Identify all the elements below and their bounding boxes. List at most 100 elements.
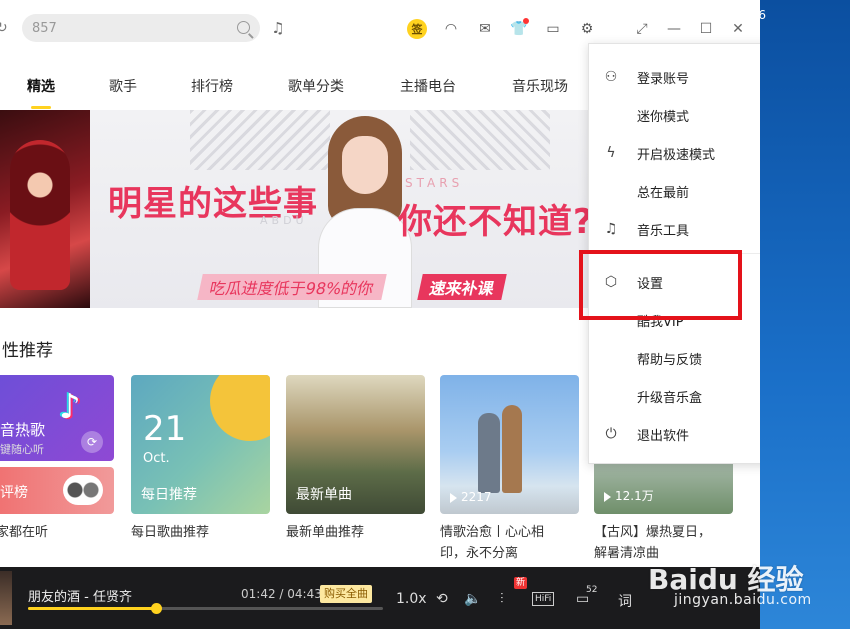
power-icon: ⏻ xyxy=(605,426,617,442)
tab-singers[interactable]: 歌手 xyxy=(109,76,137,96)
menu-item-help[interactable]: 帮助与反馈 xyxy=(589,339,760,377)
maximize-icon[interactable]: ☐ xyxy=(690,18,722,40)
settings-gear-icon[interactable]: ⚙ xyxy=(574,17,600,41)
tab-radio[interactable]: 主播电台 xyxy=(400,76,456,96)
banner-subtitle: 吃瓜进度低于98%的你 xyxy=(197,274,387,300)
play-count: 2217 xyxy=(450,490,492,504)
card-caption[interactable]: 情歌治愈丨心心相印，永不分离 xyxy=(440,522,564,564)
banner-decoration xyxy=(410,110,550,170)
menu-item-label: 升级音乐盒 xyxy=(637,390,703,406)
menu-item-upgrade[interactable]: 升级音乐盒 xyxy=(589,377,760,415)
card-title: 评榜 xyxy=(0,485,28,501)
speed-button[interactable]: 1.0x xyxy=(396,591,427,607)
refresh-icon[interactable]: ↻ xyxy=(0,20,12,36)
avatar-group xyxy=(63,475,103,505)
headphones-icon[interactable]: ◠ xyxy=(438,17,464,41)
notification-dot xyxy=(523,18,529,24)
highlight-box xyxy=(579,250,742,320)
couple-figure xyxy=(502,405,522,493)
close-icon[interactable]: ✕ xyxy=(722,18,754,40)
card-caption[interactable]: 家都在听 xyxy=(0,522,146,543)
banner-abdu-text: ABDU xyxy=(260,214,308,227)
progress-knob[interactable] xyxy=(150,603,162,614)
menu-item-label: 音乐工具 xyxy=(637,223,690,239)
menu-item-label: 帮助与反馈 xyxy=(637,352,703,368)
section-title: 性推荐 xyxy=(2,341,53,361)
volume-icon[interactable]: 🔈 xyxy=(464,591,481,607)
love-songs-card[interactable]: 2217 xyxy=(440,375,579,514)
card-caption[interactable]: 每日歌曲推荐 xyxy=(131,522,281,543)
menu-item-login[interactable]: ⚇ 登录账号 xyxy=(589,58,760,96)
promo-banner[interactable]: 明星的这些事 STARS ABDU 你还不知道? 吃瓜进度低于98%的你 速来补… xyxy=(90,110,605,308)
new-badge: 新 xyxy=(514,577,528,589)
search-input[interactable]: 857 xyxy=(32,21,57,36)
mail-icon[interactable]: ✉ xyxy=(472,17,498,41)
loop-mode-icon[interactable]: ⟲ xyxy=(436,591,448,607)
card-overlay-title: 每日推荐 xyxy=(141,487,197,503)
menu-item-label: 开启极速模式 xyxy=(637,147,716,163)
daily-recommend-card[interactable]: 21 Oct. 每日推荐 xyxy=(131,375,270,514)
now-playing-title[interactable]: 朋友的酒 - 任贤齐 xyxy=(28,586,132,605)
hot-songs-card[interactable]: ♪ 音热歌 键随心听 ⟳ xyxy=(0,375,114,461)
play-icon xyxy=(604,491,611,502)
banner-cta: 速来补课 xyxy=(417,274,507,300)
couple-figure xyxy=(478,413,500,493)
date-month: Oct. xyxy=(143,451,170,466)
menu-item-exit[interactable]: ⏻ 退出软件 xyxy=(589,415,760,453)
search-icon[interactable] xyxy=(237,21,250,34)
watermark: Baidu 经验 jingyan.baidu.com xyxy=(640,552,850,629)
banner-stars-text: STARS xyxy=(405,176,464,190)
card-subtitle: 键随心听 xyxy=(0,443,44,456)
music-recognition-icon[interactable]: ♫ xyxy=(268,19,288,39)
window-controls: ⤢ — ☐ ✕ xyxy=(626,18,754,40)
progress-bar[interactable] xyxy=(28,603,383,614)
tab-featured[interactable]: 精选 xyxy=(27,76,55,96)
comments-count: 52 xyxy=(586,585,598,595)
radio-fm-icon[interactable]: ▭ xyxy=(540,17,566,41)
banner-headline-right: 你还不知道? xyxy=(398,202,594,242)
banner-prev-slide[interactable] xyxy=(0,110,90,308)
music-tools-icon: ♫ xyxy=(604,221,618,237)
music-app-window: ↻ 857 ♫ 签 ◠ ✉ 👕 ▭ ⚙ ⤢ — ☐ ✕ 精选 歌手 排行榜 歌单… xyxy=(0,0,760,629)
progress-fill xyxy=(28,607,156,610)
signin-button[interactable]: 签 xyxy=(404,17,430,41)
menu-item-label: 迷你模式 xyxy=(637,109,690,125)
tiktok-logo-icon: ♪ xyxy=(59,387,81,427)
skin-shirt-icon[interactable]: 👕 xyxy=(506,17,532,41)
search-box[interactable]: 857 xyxy=(22,14,260,42)
tab-charts[interactable]: 排行榜 xyxy=(191,76,233,96)
equalizer-icon[interactable]: ⫶ xyxy=(500,591,504,607)
banner-person-face xyxy=(342,136,388,194)
card-title: 音热歌 xyxy=(0,421,46,439)
tab-live[interactable]: 音乐现场 xyxy=(512,76,568,96)
banner-decoration xyxy=(190,110,330,170)
menu-item-speed-mode[interactable]: ϟ 开启极速模式 xyxy=(589,134,760,172)
buy-song-button[interactable]: 购买全曲 xyxy=(320,585,372,603)
minimize-icon[interactable]: — xyxy=(658,18,690,40)
play-count-value: 2217 xyxy=(461,490,492,504)
lyrics-icon[interactable]: 词 xyxy=(618,591,632,611)
menu-item-label: 登录账号 xyxy=(637,71,690,87)
sun-decoration xyxy=(210,375,270,441)
signin-icon: 签 xyxy=(407,19,427,39)
menu-item-mini-mode[interactable]: 迷你模式 xyxy=(589,96,760,134)
new-singles-card[interactable]: 最新单曲 xyxy=(286,375,425,514)
play-count-value: 12.1万 xyxy=(615,489,654,503)
watermark-url: jingyan.baidu.com xyxy=(674,592,812,608)
desktop-background: 6 xyxy=(758,0,850,629)
play-icon xyxy=(450,492,457,503)
mini-mode-icon[interactable]: ⤢ xyxy=(626,18,658,40)
tab-playlist-categories[interactable]: 歌单分类 xyxy=(288,76,344,96)
lightning-icon: ϟ xyxy=(606,145,616,161)
refresh-icon[interactable]: ⟳ xyxy=(81,431,103,453)
banner-prev-figure xyxy=(10,140,70,290)
hifi-button[interactable]: HiFi xyxy=(532,592,555,606)
playback-time: 01:42 / 04:43 xyxy=(241,587,322,601)
album-art[interactable] xyxy=(0,571,12,625)
menu-item-always-on-top[interactable]: 总在最前 xyxy=(589,172,760,210)
card-caption[interactable]: 最新单曲推荐 xyxy=(286,522,436,543)
menu-item-music-tools[interactable]: ♫ 音乐工具 xyxy=(589,210,760,248)
review-chart-card[interactable]: 评榜 xyxy=(0,467,114,514)
toolbar-icons: 签 ◠ ✉ 👕 ▭ ⚙ xyxy=(404,17,608,41)
card-overlay-title: 最新单曲 xyxy=(296,487,352,503)
